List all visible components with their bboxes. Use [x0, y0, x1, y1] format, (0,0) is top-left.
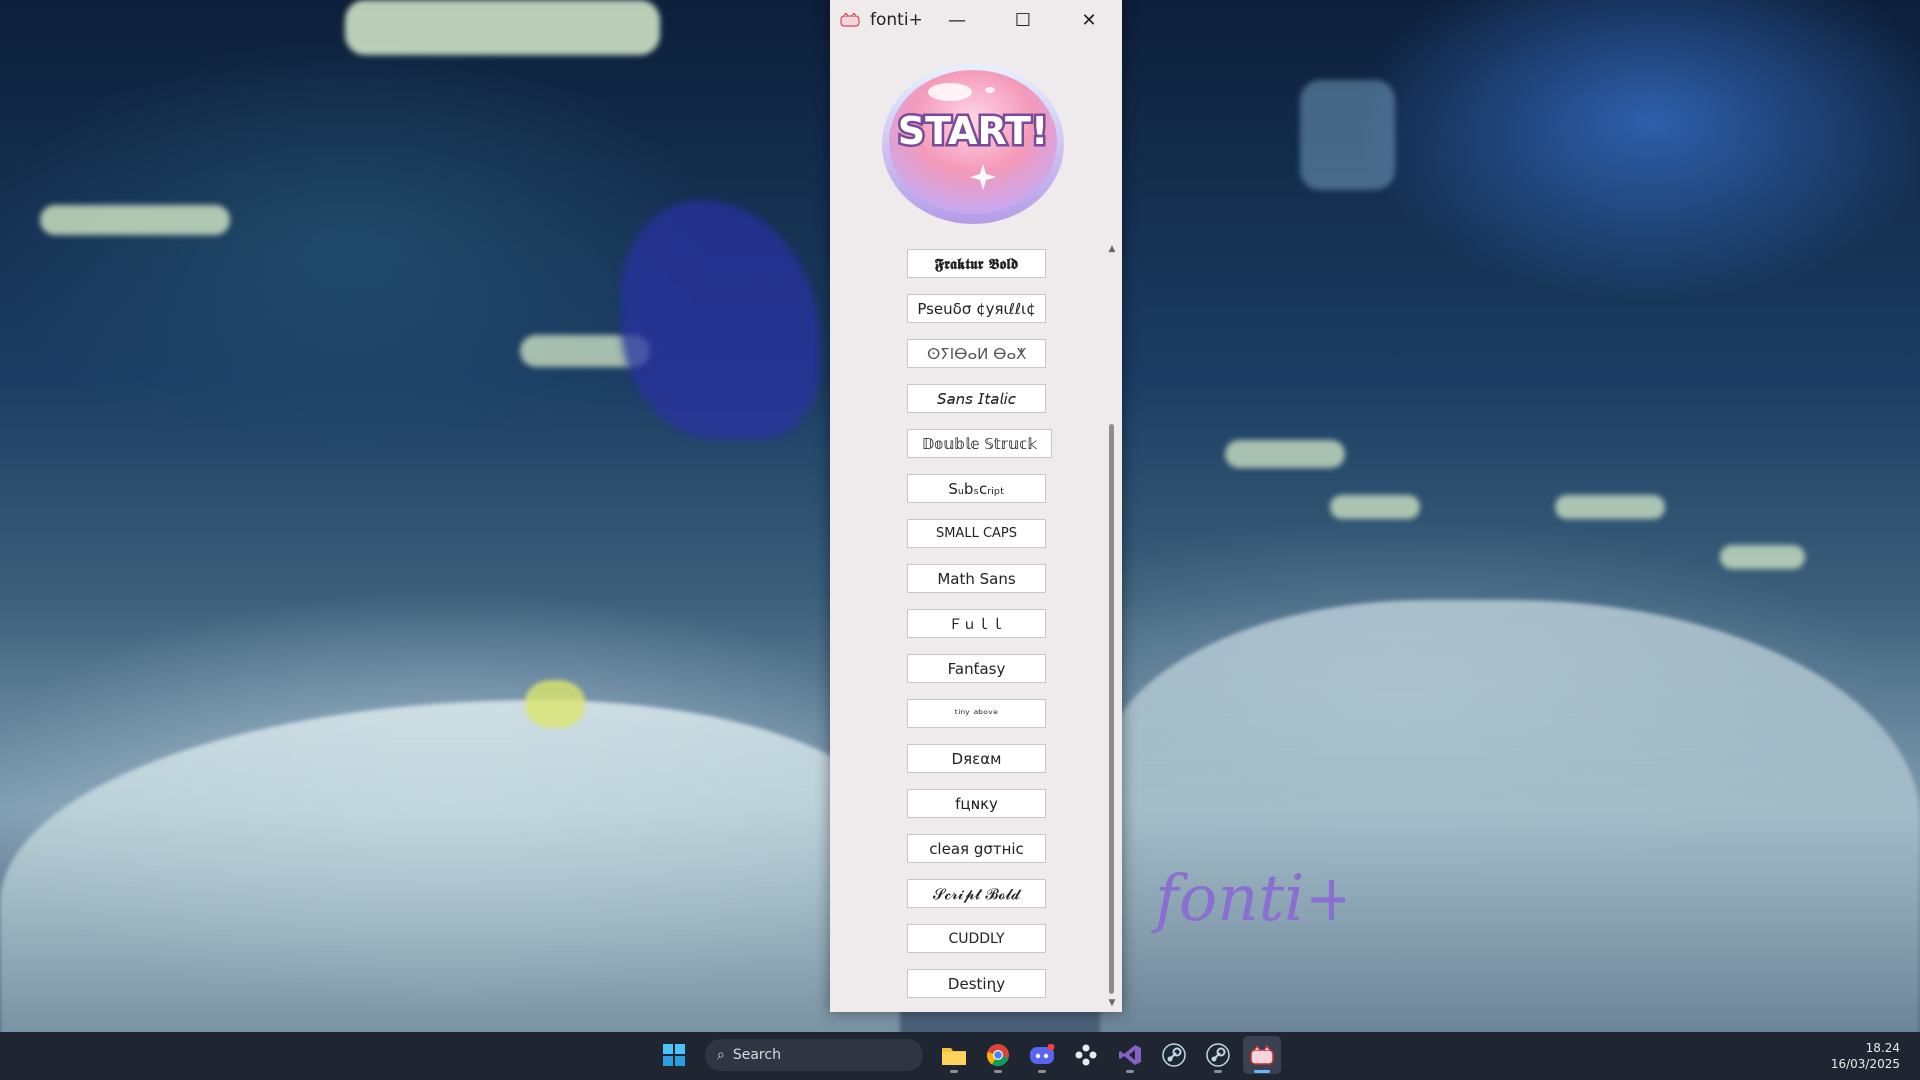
- font-button-double-struck[interactable]: 𝔻𝕠𝕦𝕓𝕝𝕖 𝕊𝕥𝕣𝕦𝕔𝕜: [907, 429, 1052, 458]
- start-button[interactable]: START!: [880, 62, 1066, 226]
- steam-icon[interactable]: [1155, 1036, 1193, 1074]
- font-button-fraktur-bold[interactable]: 𝕱𝖗𝖆𝖐𝖙𝖚𝖗 𝕭𝖔𝖑𝖉: [907, 249, 1046, 278]
- fonti-plus-icon[interactable]: [1243, 1036, 1281, 1074]
- font-button-fantasy[interactable]: Fanƭasy: [907, 654, 1046, 683]
- font-button-clear-gothic[interactable]: cleaя gσтнic: [907, 834, 1046, 863]
- visual-studio-icon[interactable]: [1111, 1036, 1149, 1074]
- chrome-icon[interactable]: [979, 1036, 1017, 1074]
- pinwheel-app-icon[interactable]: [1067, 1036, 1105, 1074]
- start-label: START!: [898, 109, 1049, 153]
- clock-time: 18.24: [1831, 1040, 1900, 1056]
- file-explorer-icon[interactable]: [935, 1036, 973, 1074]
- taskbar-search[interactable]: ⌕ Search: [705, 1039, 923, 1071]
- clock-date: 16/03/2025: [1831, 1056, 1900, 1072]
- start-icon[interactable]: [655, 1036, 693, 1074]
- font-button-subscript[interactable]: Sᵤbₛcᵣᵢₚₜ: [907, 474, 1046, 503]
- scrollbar[interactable]: ▲ ▼: [1105, 244, 1119, 1008]
- scroll-down-icon[interactable]: ▼: [1107, 998, 1117, 1008]
- font-button-small-caps[interactable]: SMALL CAPS: [907, 519, 1046, 548]
- fonti-plus-icon: [840, 13, 860, 27]
- minimize-icon: —: [948, 10, 966, 31]
- font-button-math-sans[interactable]: 𝖬𝖺𝗍𝗁 𝖲𝖺𝗇𝗌: [907, 564, 1046, 593]
- title-bar[interactable]: fonti+ — ☐ ✕: [830, 0, 1122, 40]
- scroll-up-icon[interactable]: ▲: [1107, 244, 1117, 254]
- search-placeholder: Search: [733, 1047, 781, 1063]
- fonti-plus-window: fonti+ — ☐ ✕ START!: [830, 0, 1122, 1012]
- window-title: fonti+: [870, 10, 924, 30]
- close-icon: ✕: [1081, 10, 1096, 31]
- font-button-cuddly[interactable]: CUDDLY: [907, 924, 1046, 953]
- discord-icon[interactable]: [1023, 1036, 1061, 1074]
- font-button-symbol-box[interactable]: ⵙⵢⵏⴱⴰⵍ ⴱⴰⵅ: [907, 339, 1046, 368]
- font-button-full[interactable]: Ｆｕｌｌ: [907, 609, 1046, 638]
- font-button-destiny[interactable]: Destiɳy: [907, 969, 1046, 998]
- search-icon: ⌕: [717, 1047, 725, 1063]
- taskbar: ⌕ Search: [0, 1032, 1920, 1080]
- system-clock[interactable]: 18.24 16/03/2025: [1831, 1040, 1900, 1072]
- maximize-icon: ☐: [1015, 10, 1031, 31]
- svg-text:fonti+: fonti+: [1151, 862, 1345, 936]
- font-button-pseudo-cyrillic[interactable]: Pseuδσ ¢уяιℓℓι¢: [907, 294, 1046, 323]
- font-button-funky[interactable]: fцɴκу: [907, 789, 1046, 818]
- close-button[interactable]: ✕: [1056, 0, 1122, 40]
- scrollbar-thumb[interactable]: [1109, 424, 1114, 994]
- font-button-sans-italic[interactable]: 𝘚𝘢𝘯𝘴 𝘐𝘵𝘢𝘭𝘪𝘤: [907, 384, 1046, 413]
- font-button-tiny-above[interactable]: ᵗⁱⁿʸ ᵃᵇᵒᵛᵉ: [907, 699, 1046, 728]
- steam-icon[interactable]: [1199, 1036, 1237, 1074]
- maximize-button[interactable]: ☐: [990, 0, 1056, 40]
- minimize-button[interactable]: —: [924, 0, 990, 40]
- font-button-dream[interactable]: Dяεαм: [907, 744, 1046, 773]
- font-button-script-bold[interactable]: 𝓢𝓬𝓻𝓲𝓹𝓽 𝓑𝓸𝓵𝓭: [907, 879, 1046, 908]
